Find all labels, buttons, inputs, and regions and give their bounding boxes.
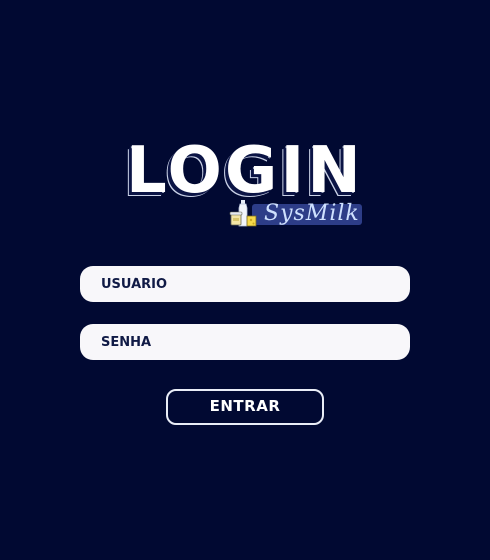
page-title: LOGIN <box>126 134 364 208</box>
username-field[interactable] <box>80 266 410 302</box>
password-field[interactable] <box>80 324 410 360</box>
brand-logo: SysMilk <box>228 198 364 232</box>
milk-products-icon <box>229 200 257 227</box>
brand-name: SysMilk <box>264 201 360 226</box>
login-header: LOGIN <box>0 136 490 206</box>
enter-button[interactable]: ENTRAR <box>166 389 324 425</box>
